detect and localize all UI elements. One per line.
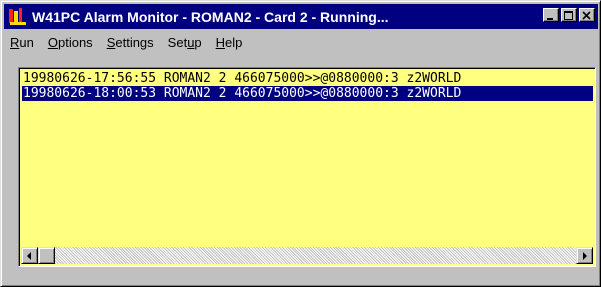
arrow-left-icon xyxy=(27,252,31,260)
menu-options[interactable]: Options xyxy=(41,35,100,50)
menu-settings[interactable]: Settings xyxy=(100,35,161,50)
close-icon xyxy=(582,11,591,20)
minimize-icon xyxy=(547,18,553,20)
scroll-left-button[interactable] xyxy=(21,247,38,264)
caption-buttons xyxy=(541,8,595,22)
menu-bar: Run Options Settings Setup Help xyxy=(4,31,598,53)
close-button[interactable] xyxy=(579,8,595,22)
arrow-right-icon xyxy=(583,252,587,260)
log-rows: 19980626-17:56:55 ROMAN2 2 466075000>>@0… xyxy=(22,71,593,101)
maximize-icon xyxy=(564,11,573,20)
log-row-selected[interactable]: 19980626-18:00:53 ROMAN2 2 466075000>>@0… xyxy=(22,86,593,101)
window-title: W41PC Alarm Monitor - ROMAN2 - Card 2 - … xyxy=(32,8,389,25)
minimize-button[interactable] xyxy=(543,8,559,22)
menu-run[interactable]: Run xyxy=(4,35,41,50)
scroll-right-button[interactable] xyxy=(576,247,593,264)
menu-setup[interactable]: Setup xyxy=(161,35,209,50)
log-row[interactable]: 19980626-17:56:55 ROMAN2 2 466075000>>@0… xyxy=(22,71,593,86)
scroll-thumb[interactable] xyxy=(38,247,55,264)
horizontal-scrollbar[interactable] xyxy=(21,247,593,264)
alarm-app-icon[interactable] xyxy=(8,7,28,27)
app-window: W41PC Alarm Monitor - ROMAN2 - Card 2 - … xyxy=(0,0,601,287)
maximize-button[interactable] xyxy=(561,8,577,22)
title-bar[interactable]: W41PC Alarm Monitor - ROMAN2 - Card 2 - … xyxy=(4,4,598,29)
alarm-log-list[interactable]: 19980626-17:56:55 ROMAN2 2 466075000>>@0… xyxy=(18,67,596,267)
menu-help[interactable]: Help xyxy=(209,35,250,50)
